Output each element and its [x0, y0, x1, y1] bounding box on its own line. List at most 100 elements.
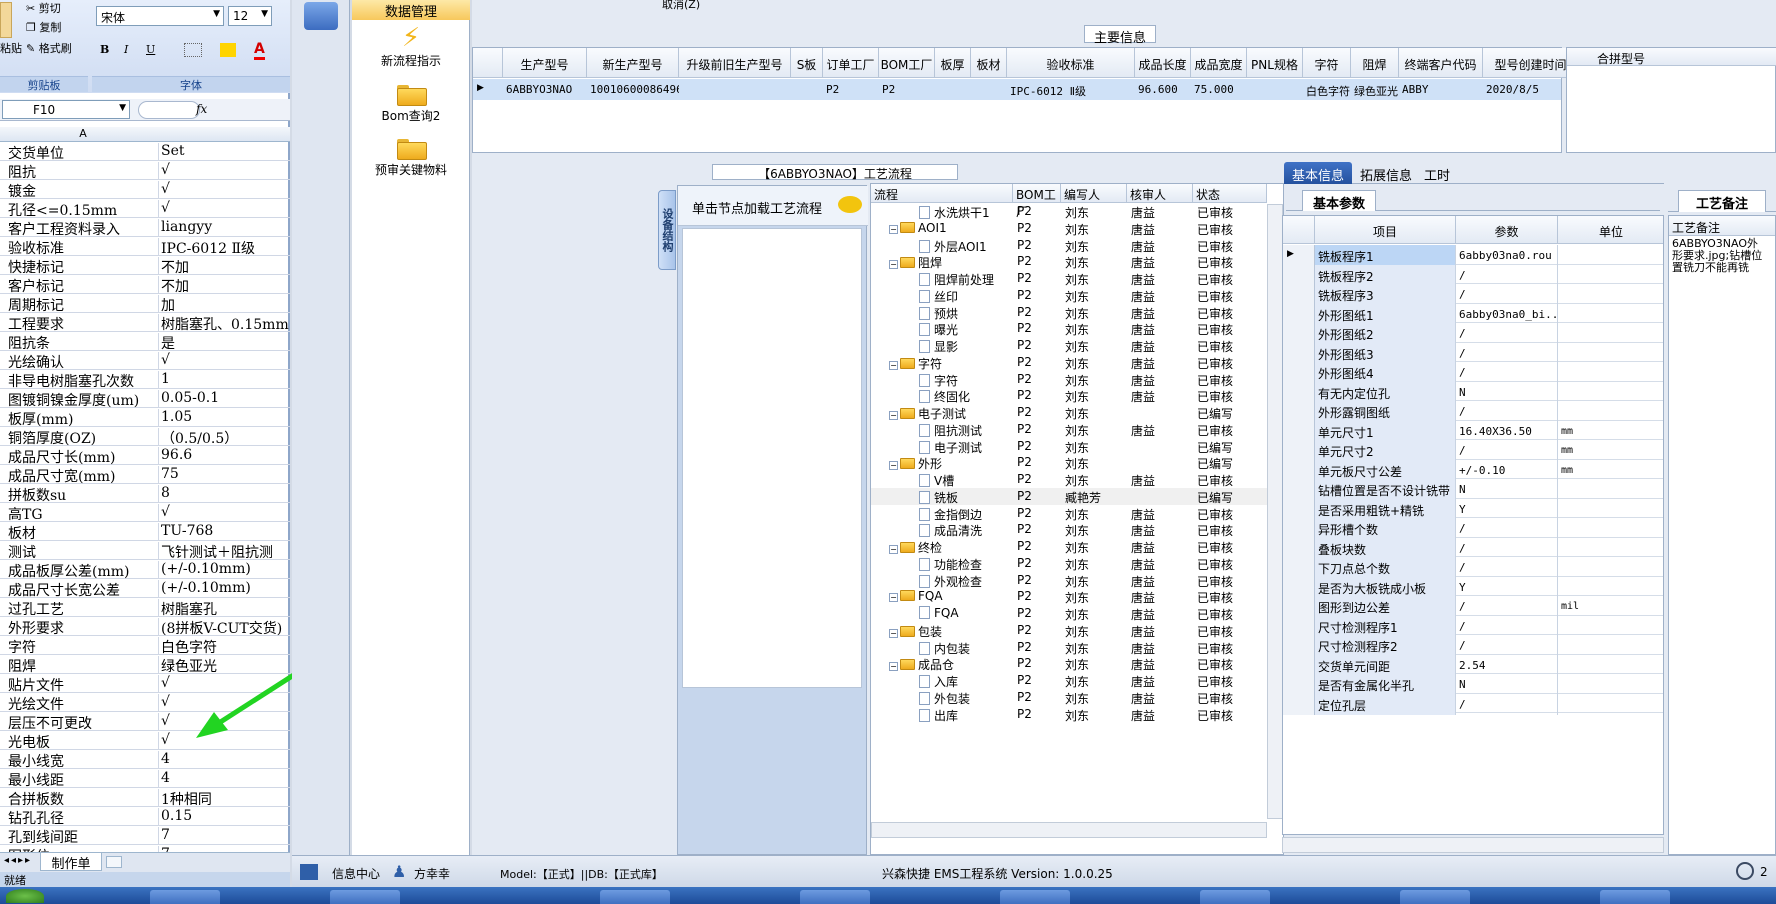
main-info-col[interactable]: PNL规格 [1247, 48, 1303, 78]
tree-node[interactable]: V槽 [919, 472, 1013, 489]
tree-row[interactable]: FQA P2 刘东 唐益 已审核 [871, 605, 1283, 622]
cell-b[interactable]: (+/-0.10mm) [158, 580, 290, 598]
sheet-row[interactable]: 孔径<=0.15mm √ [0, 199, 290, 218]
main-info-cell[interactable] [1247, 79, 1303, 99]
tree-node[interactable]: 内包装 [919, 640, 1013, 657]
param-value[interactable]: / [1456, 596, 1558, 617]
param-value[interactable]: / [1456, 323, 1558, 344]
cell-b[interactable]: Set [158, 143, 290, 161]
row-selector[interactable] [1283, 498, 1315, 520]
cut-button[interactable]: ✂ 剪切 [26, 0, 61, 16]
param-col-unit[interactable]: 单位 [1558, 216, 1663, 244]
sheet-row[interactable]: 图镀铜镍金厚度(um) 0.05-0.1 [0, 389, 290, 408]
sheet-row[interactable]: 客户标记 不加 [0, 275, 290, 294]
sheet-row[interactable]: 钻孔孔径 0.15 [0, 807, 290, 826]
cell-a[interactable]: 字符 [8, 637, 158, 655]
main-info-col[interactable]: 生产型号 [503, 48, 587, 78]
main-info-cell[interactable]: ABBY [1399, 79, 1483, 99]
tree-node[interactable]: 字符 [919, 372, 1013, 389]
tab-basic-info[interactable]: 基本信息 [1284, 162, 1353, 184]
clock-icon[interactable] [1736, 862, 1754, 880]
tree-row[interactable]: − AOI1 P2 刘东 唐益 已审核 [871, 220, 1283, 237]
cell-a[interactable]: 成品尺寸长(mm) [8, 447, 158, 465]
cell-a[interactable]: 合拼板数 [8, 789, 158, 807]
param-row[interactable]: 外形图纸3/ [1283, 342, 1663, 364]
cell-b[interactable]: liangyy [158, 219, 290, 237]
row-selector[interactable] [1283, 459, 1315, 481]
row-selector[interactable] [1283, 420, 1315, 442]
format-painter-button[interactable]: ✎ 格式刷 [26, 40, 72, 56]
main-info-cell[interactable]: P2 [879, 79, 935, 99]
main-info-col[interactable]: 升级前旧生产型号 [679, 48, 791, 78]
tree-node[interactable]: 出库 [919, 707, 1013, 724]
tree-node[interactable]: 外观检查 [919, 573, 1013, 590]
cell-b[interactable]: √ [158, 181, 290, 199]
main-info-col[interactable]: 订单工厂 [823, 48, 879, 78]
tree-row[interactable]: 丝印 P2 刘东 唐益 已审核 [871, 287, 1283, 304]
cell-a[interactable]: 光电板 [8, 732, 158, 750]
tree-col-header[interactable]: BOM工厂 [1013, 184, 1061, 219]
sheet-row[interactable]: 成品尺寸长宽公差 (+/-0.10mm) [0, 579, 290, 598]
tab-extended-info[interactable]: 拓展信息 [1352, 162, 1420, 184]
cell-b[interactable]: 75 [158, 466, 290, 484]
param-value[interactable]: / [1456, 440, 1558, 461]
main-info-col[interactable]: BOM工厂 [879, 48, 935, 78]
row-selector[interactable] [1283, 596, 1315, 617]
cell-b[interactable]: 飞针测试＋阻抗测 [158, 542, 290, 560]
row-selector[interactable] [1283, 323, 1315, 344]
sheet-row[interactable]: 拼板数su 8 [0, 484, 290, 503]
row-selector[interactable] [1283, 635, 1315, 656]
row-selector[interactable] [1283, 615, 1315, 637]
sidebar-header[interactable]: 数据管理 [352, 0, 470, 20]
cell-a[interactable]: 外形要求 [8, 618, 158, 636]
param-value[interactable]: Y [1456, 498, 1558, 520]
tree-row[interactable]: − 阻焊 P2 刘东 唐益 已审核 [871, 253, 1283, 270]
cell-b[interactable]: IPC-6012 Ⅱ级 [158, 238, 290, 256]
collapse-icon[interactable]: − [889, 628, 898, 638]
main-info-cell[interactable]: 白色字符 [1303, 79, 1351, 99]
param-row[interactable]: 外形露铜图纸 / [1283, 401, 1663, 422]
cell-b[interactable]: 加 [158, 295, 290, 313]
structure-tab[interactable]: 设备结构 [658, 190, 676, 270]
tree-row[interactable]: 功能检查 P2 刘东 唐益 已审核 [871, 555, 1283, 572]
tree-vscroll[interactable] [1267, 204, 1283, 819]
cell-b[interactable]: 7 [158, 827, 290, 845]
sheet-row[interactable]: 阻抗条是 [0, 332, 290, 351]
param-value[interactable]: / [1456, 284, 1558, 305]
collapse-icon[interactable]: − [889, 360, 898, 370]
param-value[interactable]: 16.40X36.50 [1456, 420, 1558, 442]
cell-a[interactable]: 周期标记 [8, 295, 158, 313]
tree-col-header[interactable]: 流程 [871, 184, 1013, 203]
tree-row[interactable]: 电子测试 P2 刘东 已编写 [871, 438, 1283, 455]
cell-a[interactable]: 镀金 [8, 181, 158, 199]
tree-row[interactable]: 出库 P2 刘东 唐益 已审核 [871, 706, 1283, 724]
tree-row[interactable]: 曝光 P2 刘东 唐益 已审核 [871, 320, 1283, 338]
tree-node[interactable]: 显影 [919, 338, 1013, 355]
fill-color-icon[interactable] [220, 43, 236, 57]
main-info-cell[interactable]: 10010600086496 [587, 79, 679, 99]
param-value[interactable]: 2.54 [1456, 654, 1558, 676]
row-selector[interactable] [1283, 693, 1315, 715]
tree-node[interactable]: − 包装 [889, 623, 1013, 640]
param-row[interactable]: 交货单元间距 2.54 [1283, 654, 1663, 676]
param-hscroll[interactable] [1282, 837, 1664, 853]
param-row[interactable]: 钻槽位置是否不设计铣带 N [1283, 479, 1663, 500]
cell-b[interactable]: 是 [158, 333, 290, 351]
taskbar-item[interactable] [150, 890, 220, 904]
tree-row[interactable]: − 外形 P2 刘东 已编写 [871, 454, 1283, 471]
row-selector[interactable] [1283, 440, 1315, 461]
param-value[interactable]: N [1456, 479, 1558, 500]
tree-node[interactable]: 金指倒边 [919, 506, 1013, 523]
param-value[interactable]: / [1456, 537, 1558, 559]
main-info-col[interactable]: 终端客户代码 [1399, 48, 1483, 78]
tree-col-header[interactable]: 状态 [1193, 184, 1267, 203]
tree-row[interactable]: 显影 P2 刘东 唐益 已审核 [871, 337, 1283, 355]
paste-button[interactable]: 粘贴 [0, 40, 22, 56]
main-info-col[interactable]: 成品宽度 [1191, 48, 1247, 78]
sheet-row[interactable]: 板材 TU-768 [0, 522, 290, 541]
remarks-text[interactable]: 6ABBYO3NAO外形要求.jpg;钻槽位置铣刀不能再铣 [1672, 238, 1764, 274]
cell-a[interactable]: 贴片文件 [8, 675, 158, 693]
copy-button[interactable]: ❐ 复制 [26, 19, 61, 35]
tree-node[interactable]: 曝光 [919, 321, 1013, 338]
param-value[interactable]: / [1456, 264, 1558, 286]
